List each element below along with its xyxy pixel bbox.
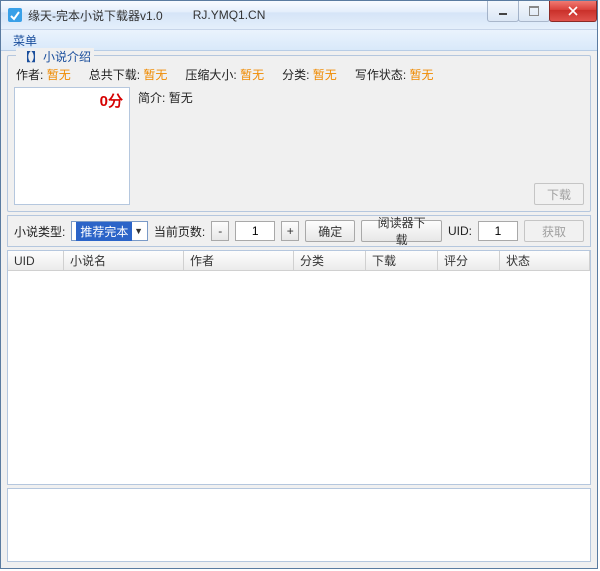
author-label: 作者: <box>16 68 43 82</box>
col-rating[interactable]: 评分 <box>438 251 500 271</box>
type-selected: 推荐完本 <box>76 222 132 241</box>
category-label: 分类: <box>282 68 309 82</box>
client-area: 【】小说介绍 作者: 暂无 总共下载: 暂无 压缩大小: 暂无 分类: 暂无 <box>1 51 597 568</box>
downloads-value: 暂无 <box>143 68 167 82</box>
size-label: 压缩大小: <box>185 68 236 82</box>
col-uid[interactable]: UID <box>8 251 64 271</box>
close-button[interactable] <box>549 1 597 22</box>
app-window: 缘天-完本小说下载器v1.0 RJ.YMQ1.CN 菜单 【】小说介绍 作者: … <box>0 0 598 569</box>
fetch-button[interactable]: 获取 <box>524 220 584 242</box>
category-value: 暂无 <box>313 68 337 82</box>
size-value: 暂无 <box>240 68 264 82</box>
uid-input[interactable] <box>478 221 518 241</box>
author-value: 暂无 <box>47 68 71 82</box>
status-value: 暂无 <box>410 68 434 82</box>
window-title: 缘天-完本小说下载器v1.0 <box>28 7 163 24</box>
app-icon <box>7 7 23 23</box>
type-combo[interactable]: 推荐完本 ▼ <box>71 221 148 241</box>
close-icon <box>568 6 578 16</box>
info-row: 作者: 暂无 总共下载: 暂无 压缩大小: 暂无 分类: 暂无 写作状态: <box>14 64 584 87</box>
col-name[interactable]: 小说名 <box>64 251 184 271</box>
summary-line: 简介: 暂无 <box>138 87 584 106</box>
page-label: 当前页数: <box>154 223 205 240</box>
novel-listview[interactable]: UID 小说名 作者 分类 下载 评分 状态 <box>7 250 591 485</box>
page-input[interactable] <box>235 221 275 241</box>
page-plus-button[interactable]: + <box>281 221 299 241</box>
window-controls <box>488 1 597 21</box>
status-pair: 写作状态: 暂无 <box>355 66 434 83</box>
col-downloads[interactable]: 下载 <box>366 251 438 271</box>
page-minus-button[interactable]: - <box>211 221 229 241</box>
summary-area: 简介: 暂无 下载 <box>138 87 584 205</box>
intro-title: 【】小说介绍 <box>16 48 94 65</box>
col-category[interactable]: 分类 <box>294 251 366 271</box>
category-pair: 分类: 暂无 <box>282 66 337 83</box>
author-pair: 作者: 暂无 <box>16 66 71 83</box>
list-body <box>8 271 590 484</box>
confirm-button[interactable]: 确定 <box>305 220 355 242</box>
col-author[interactable]: 作者 <box>184 251 294 271</box>
minimize-button[interactable] <box>487 1 519 22</box>
uid-label: UID: <box>448 224 472 238</box>
summary-label: 简介: <box>138 91 165 105</box>
size-pair: 压缩大小: 暂无 <box>185 66 264 83</box>
intro-groupbox: 【】小说介绍 作者: 暂无 总共下载: 暂无 压缩大小: 暂无 分类: 暂无 <box>7 55 591 212</box>
score-text: 0分 <box>100 90 123 202</box>
cover-box: 0分 <box>14 87 130 205</box>
download-row: 下载 <box>138 183 584 205</box>
status-label: 写作状态: <box>355 68 406 82</box>
reader-download-button[interactable]: 阅读器下载 <box>361 220 442 242</box>
chevron-down-icon: ▼ <box>132 226 145 236</box>
col-status[interactable]: 状态 <box>500 251 590 271</box>
downloads-pair: 总共下载: 暂无 <box>89 66 168 83</box>
list-header: UID 小说名 作者 分类 下载 评分 状态 <box>8 251 590 271</box>
download-button[interactable]: 下载 <box>534 183 584 205</box>
log-box[interactable] <box>7 488 591 562</box>
window-url: RJ.YMQ1.CN <box>193 8 266 22</box>
type-label: 小说类型: <box>14 223 65 240</box>
filter-bar: 小说类型: 推荐完本 ▼ 当前页数: - + 确定 阅读器下载 UID: 获取 <box>7 215 591 247</box>
titlebar[interactable]: 缘天-完本小说下载器v1.0 RJ.YMQ1.CN <box>1 1 597 30</box>
maximize-button[interactable] <box>518 1 550 22</box>
summary-value: 暂无 <box>169 91 193 105</box>
intro-body: 0分 简介: 暂无 下载 <box>14 87 584 205</box>
downloads-label: 总共下载: <box>89 68 140 82</box>
